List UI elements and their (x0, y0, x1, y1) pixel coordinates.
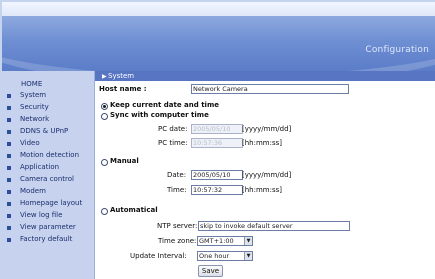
save-button[interactable]: Save (198, 265, 223, 277)
bullet-icon (7, 190, 11, 194)
radio-sync-computer[interactable] (101, 113, 108, 120)
bullet-icon (7, 238, 11, 242)
manual-date-label: Date: (167, 171, 187, 179)
radio-keep-current[interactable] (101, 103, 108, 110)
bullet-icon (7, 226, 11, 230)
option-automatical-label: Automatical (110, 206, 158, 214)
manual-time-hint: [hh:mm:ss] (242, 186, 282, 194)
bullet-icon (7, 94, 11, 98)
sidebar: HOME System Security Network DDNS & UPnP… (2, 71, 94, 279)
time-zone-select[interactable]: GMT+1:00 ▼ (197, 236, 253, 246)
sidebar-item-network[interactable]: Network (2, 114, 94, 125)
host-name-label: Host name : (99, 85, 147, 93)
bullet-icon (7, 142, 11, 146)
section-title: System (108, 72, 135, 80)
pc-time-field[interactable]: 10:57:36 (191, 138, 243, 148)
sidebar-item-homepage-layout[interactable]: Homepage layout (2, 198, 94, 209)
update-interval-label: Update Interval: (130, 252, 187, 260)
page-title: Configuration (365, 45, 429, 55)
pc-date-field[interactable]: 2005/05/10 (191, 124, 243, 134)
chevron-down-icon: ▼ (244, 237, 252, 245)
bullet-icon (7, 202, 11, 206)
manual-date-input[interactable]: 2005/05/10 (191, 170, 243, 180)
manual-date-hint: [yyyy/mm/dd] (242, 171, 292, 179)
pc-time-label: PC time: (158, 139, 188, 147)
arrow-right-icon: ▶ (102, 73, 107, 80)
bullet-icon (7, 154, 11, 158)
host-name-input[interactable]: Network Camera (191, 84, 349, 94)
chevron-down-icon: ▼ (244, 252, 252, 260)
pc-date-hint: [yyyy/mm/dd] (242, 125, 292, 133)
sidebar-item-modem[interactable]: Modem (2, 186, 94, 197)
bullet-icon (7, 178, 11, 182)
bullet-icon (7, 214, 11, 218)
bullet-icon (7, 166, 11, 170)
sidebar-item-home[interactable]: HOME (2, 79, 94, 90)
ntp-server-input[interactable]: skip to invoke default server (198, 221, 350, 231)
sidebar-item-system[interactable]: System (2, 90, 94, 101)
option-sync-label: Sync with computer time (110, 111, 209, 119)
bullet-icon (7, 118, 11, 122)
sidebar-item-view-parameter[interactable]: View parameter (2, 222, 94, 233)
manual-time-label: Time: (167, 186, 187, 194)
radio-manual[interactable] (101, 159, 108, 166)
sidebar-item-security[interactable]: Security (2, 102, 94, 113)
pc-date-label: PC date: (158, 125, 188, 133)
sidebar-item-view-log-file[interactable]: View log file (2, 210, 94, 221)
top-strip (2, 2, 435, 17)
option-manual-label: Manual (110, 157, 139, 165)
banner-swoosh-graphic (2, 16, 435, 71)
pc-time-hint: [hh:mm:ss] (242, 139, 282, 147)
manual-time-input[interactable]: 10:57:32 (191, 185, 243, 195)
time-zone-label: Time zone: (158, 237, 197, 245)
option-keep-label: Keep current date and time (110, 101, 220, 109)
radio-automatical[interactable] (101, 208, 108, 215)
main-content: ▶ System Host name : Network Camera Keep… (94, 71, 435, 279)
sidebar-item-camera-control[interactable]: Camera control (2, 174, 94, 185)
section-header: ▶ System (95, 71, 435, 81)
sidebar-item-video[interactable]: Video (2, 138, 94, 149)
sidebar-item-factory-default[interactable]: Factory default (2, 234, 94, 245)
sidebar-item-ddns-upnp[interactable]: DDNS & UPnP (2, 126, 94, 137)
update-interval-select[interactable]: One hour ▼ (197, 251, 253, 261)
sidebar-item-motion-detection[interactable]: Motion detection (2, 150, 94, 161)
bullet-icon (7, 106, 11, 110)
bullet-icon (7, 130, 11, 134)
ntp-server-label: NTP server: (157, 222, 198, 230)
sidebar-item-application[interactable]: Application (2, 162, 94, 173)
header-banner: Configuration (2, 16, 435, 71)
